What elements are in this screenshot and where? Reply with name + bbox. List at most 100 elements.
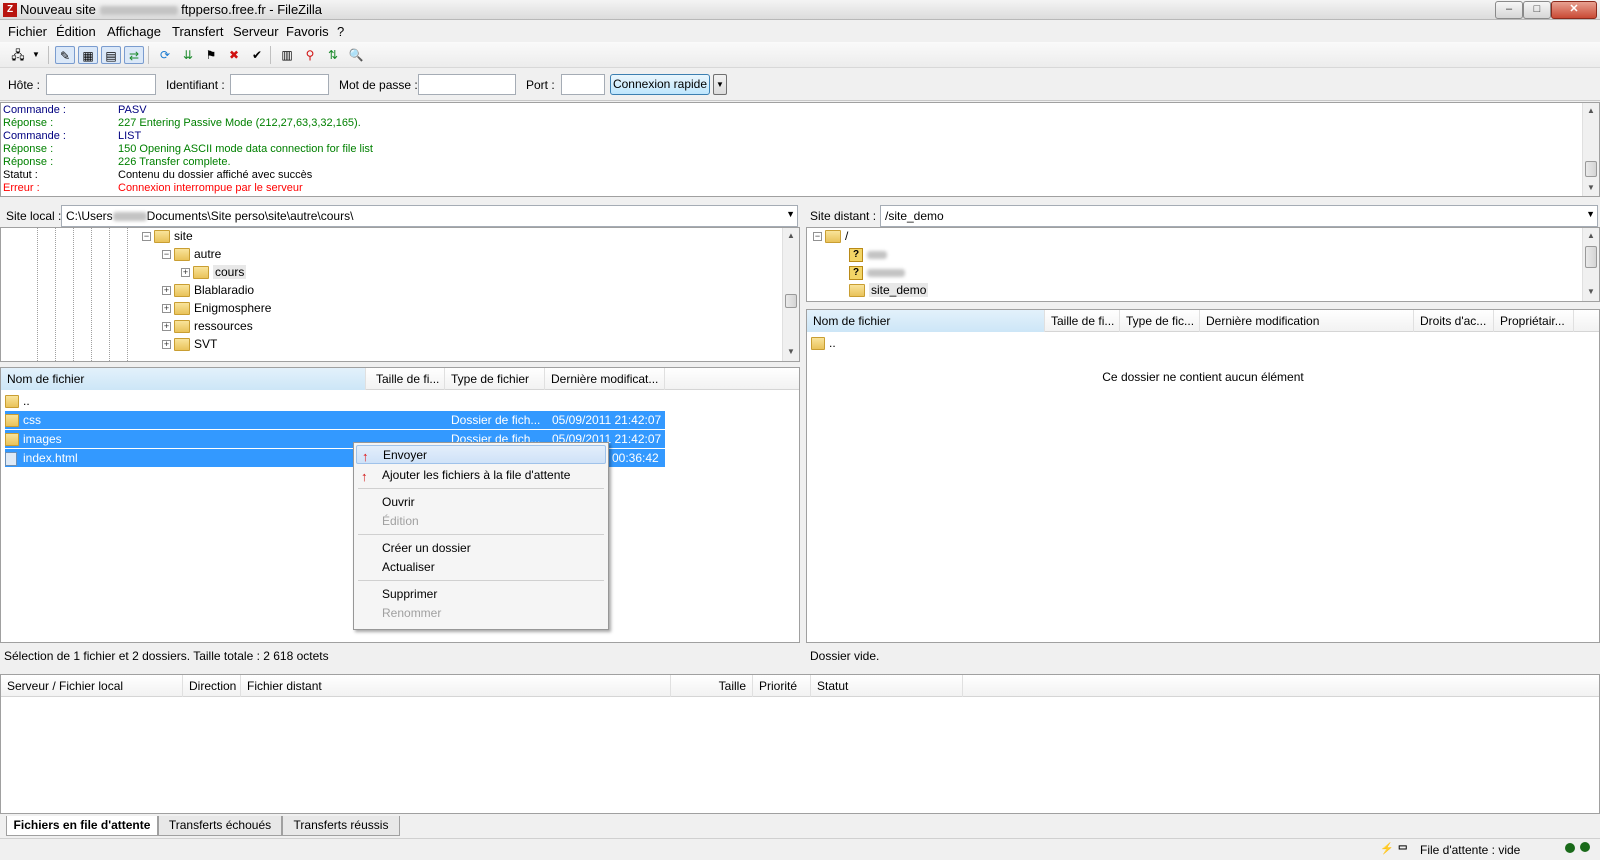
column-header-filetype[interactable]: Type de fichier [445, 368, 545, 390]
search-icon[interactable]: 🔍 [346, 46, 366, 64]
toggle-local-tree-icon[interactable]: ▦ [78, 46, 98, 64]
menu-item-envoyer[interactable]: ↑ Envoyer [356, 445, 606, 464]
tree-item-ressources[interactable]: + ressources [162, 318, 253, 335]
expand-icon[interactable]: + [162, 322, 171, 332]
menu-item-delete[interactable]: Supprimer [356, 585, 606, 604]
toggle-remote-tree-icon[interactable]: ▤ [101, 46, 121, 64]
column-header-modified[interactable]: Dernière modificat... [545, 368, 665, 390]
password-input[interactable] [418, 74, 516, 95]
tree-item-root[interactable]: − / [813, 228, 848, 245]
filter-icon[interactable]: ▥ [277, 46, 297, 64]
column-header-remote-file[interactable]: Fichier distant [241, 675, 671, 697]
expand-icon[interactable]: + [181, 268, 190, 278]
collapse-icon[interactable]: − [813, 232, 822, 242]
local-tree-scrollbar[interactable]: ▲ ▼ [782, 228, 799, 361]
chevron-down-icon[interactable]: ▼ [1586, 209, 1595, 219]
collapse-icon[interactable]: − [162, 250, 171, 260]
list-item[interactable]: .. [811, 334, 1411, 352]
tree-item-blablaradio[interactable]: + Blablaradio [162, 282, 254, 299]
chevron-down-icon[interactable]: ▼ [786, 209, 795, 219]
column-header-filename[interactable]: Nom de fichier [1, 368, 366, 390]
scroll-down-arrow-icon[interactable]: ▼ [1583, 284, 1599, 300]
scroll-thumb[interactable] [1585, 161, 1597, 177]
toggle-queue-icon[interactable]: ⇄ [124, 46, 144, 64]
scroll-up-arrow-icon[interactable]: ▲ [1583, 103, 1599, 119]
column-header-local-file[interactable]: Serveur / Fichier local [1, 675, 183, 697]
scroll-thumb[interactable] [1585, 246, 1597, 268]
host-input[interactable] [46, 74, 156, 95]
remote-tree-scrollbar[interactable]: ▲ ▼ [1582, 228, 1599, 301]
toggle-log-icon[interactable]: ✎ [55, 46, 75, 64]
scroll-up-arrow-icon[interactable]: ▲ [1583, 228, 1599, 244]
scroll-down-arrow-icon[interactable]: ▼ [1583, 180, 1599, 196]
tree-item-cours[interactable]: + cours [181, 264, 247, 281]
menu-fichier[interactable]: Fichier [8, 24, 47, 39]
menu-item-ouvrir[interactable]: Ouvrir [356, 493, 606, 512]
menu-item-refresh[interactable]: Actualiser [356, 558, 606, 577]
expand-icon[interactable]: + [162, 304, 171, 314]
tree-item-autre[interactable]: − autre [162, 246, 221, 263]
reconnect-icon[interactable]: ✔ [247, 46, 267, 64]
process-queue-icon[interactable]: ⇊ [178, 46, 198, 64]
column-header-filename[interactable]: Nom de fichier [807, 310, 1045, 332]
column-header-filetype[interactable]: Type de fic... [1120, 310, 1200, 332]
message-log[interactable]: Commande : PASV Réponse : 227 Entering Pas… [0, 102, 1600, 197]
port-input[interactable] [561, 74, 605, 95]
tree-item-unknown[interactable]: ? [849, 246, 887, 263]
compare-icon[interactable]: ⚲ [300, 46, 320, 64]
menu-serveur[interactable]: Serveur [233, 24, 279, 39]
expand-icon[interactable]: + [162, 286, 171, 296]
tab-failed-transfers[interactable]: Transferts échoués [158, 816, 282, 836]
menu-affichage[interactable]: Affichage [107, 24, 161, 39]
column-header-priority[interactable]: Priorité [753, 675, 811, 697]
menu-item-create-folder[interactable]: Créer un dossier [356, 539, 606, 558]
sync-browse-icon[interactable]: ⇅ [323, 46, 343, 64]
quickconnect-button[interactable]: Connexion rapide [610, 74, 710, 95]
expand-icon[interactable]: + [162, 340, 171, 350]
scroll-up-arrow-icon[interactable]: ▲ [783, 228, 799, 244]
close-button[interactable]: ✕ [1551, 1, 1597, 19]
local-directory-tree[interactable]: − site − autre + cours + Blablaradio + Enigmo… [0, 227, 800, 362]
user-input[interactable] [230, 74, 329, 95]
menu-edition[interactable]: Édition [56, 24, 96, 39]
tab-queued-files[interactable]: Fichiers en file d'attente [6, 816, 158, 836]
column-header-size[interactable]: Taille [671, 675, 753, 697]
remote-path-input[interactable]: /site_demo ▼ [880, 205, 1598, 227]
remote-file-list[interactable]: Nom de fichier Taille de fi... Type de f… [806, 309, 1600, 643]
column-header-modified[interactable]: Dernière modification [1200, 310, 1414, 332]
tree-item-site[interactable]: − site [142, 228, 193, 245]
title-bar[interactable]: Z Nouveau site ftpperso.free.fr - FileZi… [0, 0, 1600, 20]
refresh-icon[interactable]: ⟳ [155, 46, 175, 64]
disconnect-icon[interactable]: ✖ [224, 46, 244, 64]
column-header-filesize[interactable]: Taille de fi... [1045, 310, 1120, 332]
local-path-input[interactable]: C:\Users Documents\Site perso\site\autre\… [61, 205, 798, 227]
quickconnect-dropdown-button[interactable]: ▼ [713, 74, 727, 95]
transfer-queue[interactable]: Serveur / Fichier local Direction Fichie… [0, 674, 1600, 814]
menu-favoris[interactable]: Favoris [286, 24, 329, 39]
menu-item-add-to-queue[interactable]: ↑ Ajouter les fichiers à la file d'attent… [356, 466, 606, 485]
tree-item-enigmosphere[interactable]: + Enigmosphere [162, 300, 271, 317]
speed-limit-icon[interactable]: ⚡ [1380, 842, 1394, 855]
log-scrollbar[interactable]: ▲ ▼ [1582, 103, 1599, 196]
list-item[interactable]: css Dossier de fich... 05/09/2011 21:42:07 [5, 411, 665, 429]
binary-mode-icon[interactable]: ▭ [1398, 842, 1407, 853]
menu-transfert[interactable]: Transfert [172, 24, 224, 39]
cancel-icon[interactable]: ⚑ [201, 46, 221, 64]
scroll-thumb[interactable] [785, 294, 797, 308]
column-header-filesize[interactable]: Taille de fi... [366, 368, 445, 390]
column-header-direction[interactable]: Direction [183, 675, 241, 697]
tree-item-unknown[interactable]: ? [849, 264, 905, 281]
tree-item-svt[interactable]: + SVT [162, 336, 217, 353]
column-header-permissions[interactable]: Droits d'ac... [1414, 310, 1494, 332]
remote-directory-tree[interactable]: − / ? ? site_demo ▲ ▼ [806, 227, 1600, 302]
tab-successful-transfers[interactable]: Transferts réussis [282, 816, 400, 836]
dropdown-arrow-icon[interactable]: ▼ [30, 46, 42, 64]
site-manager-icon[interactable]: 🖧 [8, 46, 28, 64]
minimize-button[interactable]: – [1495, 1, 1523, 19]
collapse-icon[interactable]: − [142, 232, 151, 242]
column-header-owner[interactable]: Propriétair... [1494, 310, 1574, 332]
maximize-button[interactable]: □ [1523, 1, 1551, 19]
menu-help[interactable]: ? [337, 24, 344, 39]
column-header-status[interactable]: Statut [811, 675, 963, 697]
list-item[interactable]: .. [5, 392, 665, 410]
